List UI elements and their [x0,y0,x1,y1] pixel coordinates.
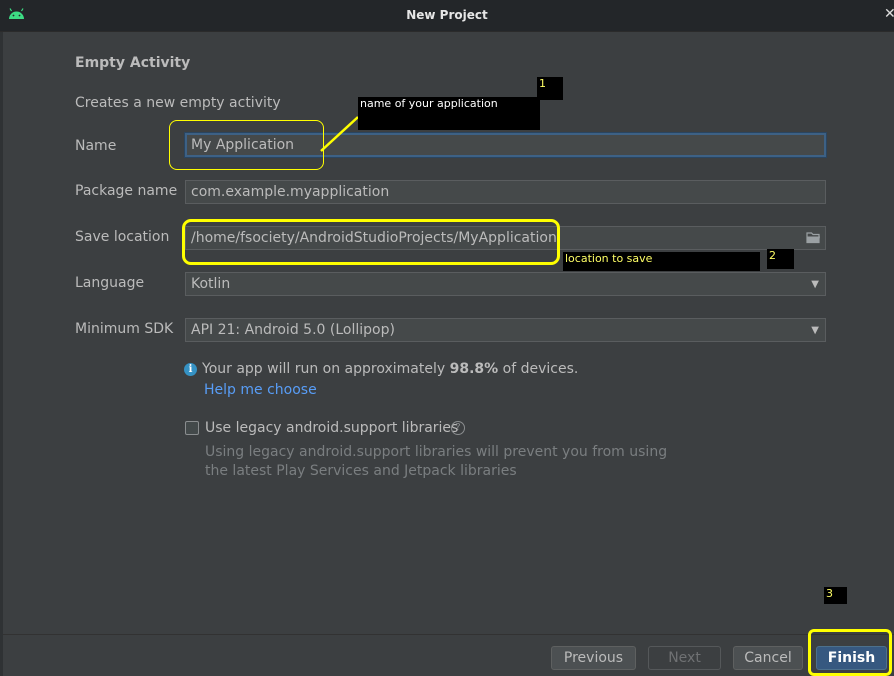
help-me-choose-link[interactable]: Help me choose [204,382,317,398]
coverage-text-before: Your app will run on approximately [202,361,450,377]
minimum-sdk-label: Minimum SDK [75,321,174,337]
chevron-down-icon: ▼ [811,279,819,290]
previous-button[interactable]: Previous [551,646,636,670]
coverage-text-after: of devices. [498,361,579,377]
window-title: New Project [406,8,488,22]
footer-divider [3,634,894,635]
annotation-number-2: 2 [767,249,794,269]
name-label: Name [75,138,117,154]
name-highlight [169,120,324,170]
annotation-note-1: name of your application [358,97,540,130]
coverage-percent: 98.8% [449,361,499,377]
page-description: Creates a new empty activity [75,95,281,111]
close-icon[interactable]: ✕ [884,6,894,24]
language-select-value: Kotlin [191,276,231,292]
info-icon: i [184,363,197,376]
language-select[interactable]: Kotlin ▼ [185,272,826,296]
chevron-down-icon: ▼ [811,325,819,336]
package-name-field[interactable]: com.example.myapplication [185,180,826,204]
window-border [0,32,3,676]
minimum-sdk-select[interactable]: API 21: Android 5.0 (Lollipop) ▼ [185,318,826,342]
page-title: Empty Activity [75,55,191,71]
device-coverage-info: i Your app will run on approximately 98.8… [184,361,578,377]
annotation-note-2-text: location to save [565,252,653,265]
finish-highlight [808,629,892,676]
legacy-hint-line-2: the latest Play Services and Jetpack lib… [205,463,517,479]
save-location-highlight [182,219,560,265]
legacy-support-hint: Using legacy android.support libraries w… [205,443,675,481]
legacy-support-label[interactable]: Use legacy android.support libraries [205,420,458,436]
package-name-label: Package name [75,183,178,199]
save-location-label: Save location [75,229,170,245]
folder-icon[interactable] [806,231,821,244]
annotation-number-3: 3 [824,587,847,604]
minimum-sdk-value: API 21: Android 5.0 (Lollipop) [191,322,395,338]
legacy-support-checkbox[interactable] [185,421,199,435]
package-name-value: com.example.myapplication [191,184,390,200]
annotation-arrow [320,116,359,152]
question-icon[interactable]: ? [451,421,465,435]
cancel-button[interactable]: Cancel [733,646,803,670]
language-label: Language [75,275,145,291]
annotation-number-1: 1 [537,77,563,100]
legacy-hint-line-1: Using legacy android.support libraries w… [205,444,668,460]
next-button[interactable]: Next [648,646,721,670]
annotation-note-2: location to save [563,252,760,271]
title-bar: New Project ✕ [0,0,894,32]
annotation-note-1-text: name of your application [360,97,498,110]
